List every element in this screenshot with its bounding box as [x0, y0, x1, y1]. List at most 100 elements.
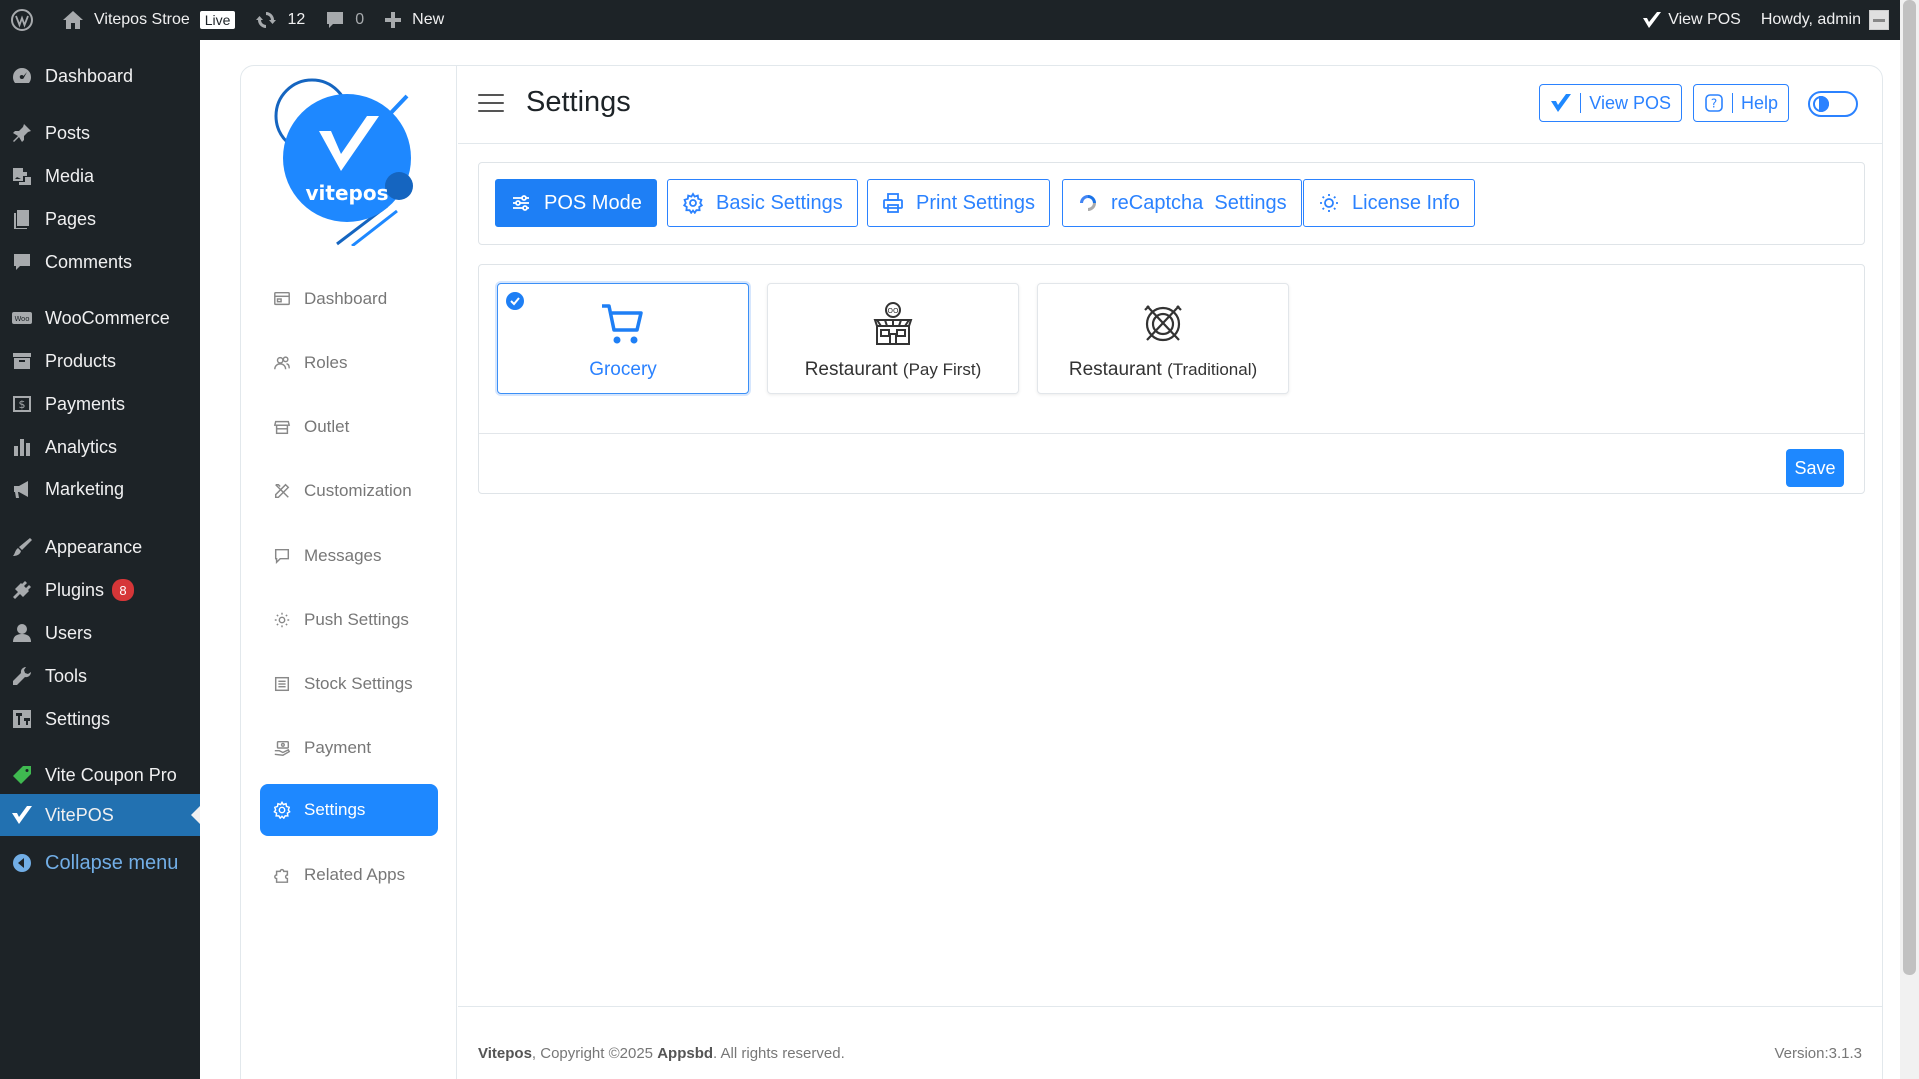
menu-analytics-label: Analytics: [45, 436, 118, 457]
nav-customization[interactable]: Customization: [260, 465, 438, 517]
nav-related-apps[interactable]: Related Apps: [260, 849, 438, 901]
menu-vitepos[interactable]: VitePOS: [0, 794, 200, 836]
mode-card-grocery[interactable]: Grocery: [497, 283, 749, 394]
tab-recaptcha-settings[interactable]: reCaptcha Settings: [1062, 179, 1302, 227]
menu-settings[interactable]: Settings: [0, 698, 200, 740]
nav-payment-label: Payment: [304, 738, 372, 757]
mode-card-restaurant-pay-first[interactable]: OO Restaurant (Pay First): [767, 283, 1019, 394]
hamburger-menu-icon[interactable]: [478, 94, 504, 114]
mode-restaurant-traditional-label: Restaurant (Traditional): [1069, 359, 1257, 381]
view-pos-label: View POS: [1668, 11, 1741, 28]
mode-grocery-label: Grocery: [589, 359, 657, 380]
collapse-menu-button[interactable]: Collapse menu: [0, 842, 200, 884]
svg-text:$: $: [19, 398, 26, 411]
sliders-icon: [513, 195, 529, 211]
howdy-label: Howdy, admin: [1760, 11, 1861, 28]
plugins-update-badge: 8: [112, 579, 135, 601]
menu-dashboard-label: Dashboard: [45, 65, 134, 86]
plus-icon: [385, 12, 402, 28]
menu-media-label: Media: [45, 165, 95, 186]
save-button[interactable]: Save: [1786, 449, 1844, 487]
menu-dashboard[interactable]: Dashboard: [0, 55, 200, 97]
panel-divider: [479, 433, 1864, 434]
mode-card-restaurant-traditional[interactable]: Restaurant (Traditional): [1037, 283, 1289, 394]
menu-media[interactable]: Media: [0, 155, 200, 197]
menu-vitepos-label: VitePOS: [45, 804, 114, 825]
svg-text:Woo: Woo: [14, 315, 29, 323]
menu-comments-label: Comments: [45, 251, 133, 272]
nav-stock-settings[interactable]: Stock Settings: [260, 658, 438, 710]
my-account-link[interactable]: Howdy, admin: [1751, 0, 1889, 40]
users-group-icon: [274, 356, 290, 370]
menu-woocommerce[interactable]: Woo WooCommerce: [0, 297, 200, 339]
refresh-icon: [256, 12, 277, 28]
pos-mode-panel: Grocery OO Restaurant (Pay First) Restau…: [478, 264, 1865, 494]
scrollbar-thumb[interactable]: [1903, 0, 1916, 975]
nav-roles[interactable]: Roles: [260, 337, 438, 389]
nav-outlet[interactable]: Outlet: [260, 401, 438, 453]
svg-text:?: ?: [1711, 97, 1717, 111]
menu-pages[interactable]: Pages: [0, 198, 200, 240]
menu-tools[interactable]: Tools: [0, 655, 200, 697]
menu-payments-label: Payments: [45, 393, 126, 414]
nav-messages[interactable]: Messages: [260, 530, 438, 582]
vitepos-check-icon: [12, 806, 32, 824]
menu-plugins[interactable]: Plugins 8: [0, 569, 200, 611]
mode-restaurant-pay-first-label: Restaurant (Pay First): [805, 359, 982, 381]
avatar: [1869, 10, 1889, 30]
view-pos-button[interactable]: View POS: [1539, 84, 1682, 122]
wrench-icon: [13, 666, 32, 685]
wordpress-logo-button[interactable]: [0, 0, 44, 40]
menu-users[interactable]: Users: [0, 612, 200, 654]
analytics-bars-icon: [14, 439, 30, 456]
comments-link[interactable]: 0: [315, 0, 374, 40]
menu-payments[interactable]: $ Payments: [0, 383, 200, 425]
recaptcha-icon: [1080, 195, 1096, 211]
vitepos-app-panel: vitepos Dashboard Roles Outlet Customiza…: [240, 65, 1883, 1079]
updates-link[interactable]: 12: [245, 0, 315, 40]
settings-header: Settings View POS ? Help: [458, 66, 1882, 144]
gear-icon: [682, 192, 704, 214]
coupon-tag-icon: [13, 766, 31, 784]
dark-mode-toggle[interactable]: [1808, 91, 1858, 117]
tab-basic-settings-label: Basic Settings: [716, 191, 843, 214]
menu-comments[interactable]: Comments: [0, 241, 200, 283]
menu-posts[interactable]: Posts: [0, 112, 200, 154]
help-button[interactable]: ? Help: [1692, 84, 1789, 122]
nav-payment[interactable]: Payment: [260, 722, 438, 774]
tab-pos-mode[interactable]: POS Mode: [495, 179, 657, 227]
footer-company: Appsbd: [657, 1045, 714, 1062]
woocommerce-icon: Woo: [12, 312, 32, 324]
new-label: New: [412, 11, 445, 28]
menu-analytics[interactable]: Analytics: [0, 426, 200, 468]
nav-push-settings[interactable]: Push Settings: [260, 594, 438, 646]
comments-count: 0: [355, 11, 365, 28]
menu-appearance[interactable]: Appearance: [0, 526, 200, 568]
nav-stock-settings-label: Stock Settings: [304, 674, 413, 693]
tab-basic-settings[interactable]: Basic Settings: [667, 179, 858, 227]
page-scrollbar[interactable]: [1900, 0, 1919, 1079]
payment-hand-icon: [274, 740, 291, 756]
vitepos-logo[interactable]: vitepos: [267, 76, 437, 248]
nav-settings[interactable]: Settings: [260, 784, 438, 836]
tab-print-settings[interactable]: Print Settings: [867, 179, 1050, 227]
menu-products[interactable]: Products: [0, 340, 200, 382]
tab-license-info[interactable]: License Info: [1303, 179, 1475, 227]
menu-appearance-label: Appearance: [45, 536, 143, 557]
menu-vite-coupon-pro[interactable]: Vite Coupon Pro: [0, 754, 200, 796]
nav-dashboard-label: Dashboard: [304, 289, 388, 308]
mode-restaurant-pay-first-sub: (Pay First): [902, 360, 982, 379]
dashboard-card-icon: [274, 291, 290, 306]
new-content-link[interactable]: New: [374, 0, 454, 40]
settings-sliders-icon: [13, 710, 31, 728]
menu-woocommerce-label: WooCommerce: [45, 307, 170, 328]
media-icon: [13, 168, 31, 185]
vitepos-logo-icon: vitepos: [274, 78, 413, 248]
view-pos-link[interactable]: View POS: [1632, 0, 1751, 40]
nav-outlet-label: Outlet: [304, 417, 350, 436]
menu-marketing[interactable]: Marketing: [0, 468, 200, 510]
nav-dashboard[interactable]: Dashboard: [260, 273, 438, 325]
comments-icon: [14, 254, 30, 270]
site-name-link[interactable]: Vitepos Stroe Live: [44, 0, 245, 40]
payments-dollar-icon: $: [13, 396, 31, 412]
